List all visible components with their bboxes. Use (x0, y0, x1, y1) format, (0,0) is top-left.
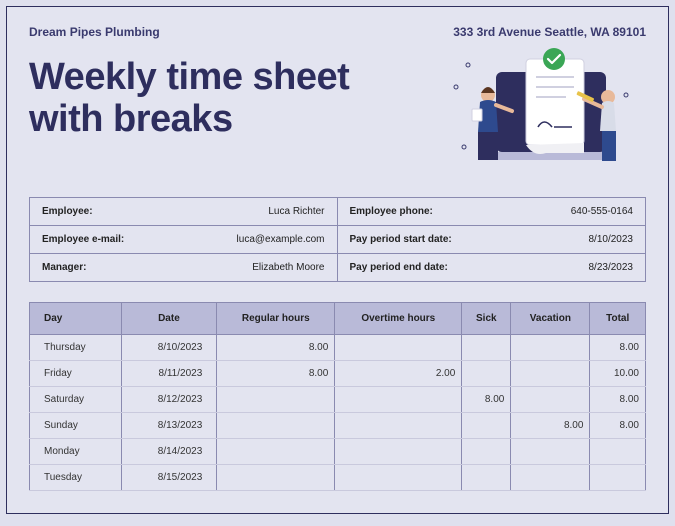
cell-date: 8/13/2023 (121, 413, 217, 439)
info-value: Elizabeth Moore (252, 262, 324, 273)
cell-regular (217, 413, 335, 439)
col-day: Day (30, 303, 122, 335)
cell-date: 8/11/2023 (121, 361, 217, 387)
timesheet-page: Dream Pipes Plumbing 333 3rd Avenue Seat… (6, 6, 669, 514)
hero-section: Weekly time sheet with breaks (29, 47, 646, 177)
cell-day: Thursday (30, 335, 122, 361)
cell-vacation (511, 335, 590, 361)
cell-overtime (335, 465, 462, 491)
table-row: Thursday8/10/20238.008.00 (30, 335, 646, 361)
info-label: Manager: (42, 262, 86, 273)
timesheet-table: Day Date Regular hours Overtime hours Si… (29, 302, 646, 491)
col-overtime: Overtime hours (335, 303, 462, 335)
info-email: Employee e-mail: luca@example.com (30, 226, 338, 254)
info-employee: Employee: Luca Richter (30, 198, 338, 226)
info-label: Pay period end date: (350, 262, 448, 273)
page-title: Weekly time sheet with breaks (29, 57, 349, 141)
col-total: Total (590, 303, 646, 335)
cell-sick (462, 361, 511, 387)
cell-sick (462, 335, 511, 361)
cell-overtime (335, 439, 462, 465)
table-row: Monday8/14/2023 (30, 439, 646, 465)
cell-overtime (335, 413, 462, 439)
cell-total: 8.00 (590, 387, 646, 413)
table-row: Tuesday8/15/2023 (30, 465, 646, 491)
info-end-date: Pay period end date: 8/23/2023 (338, 254, 646, 281)
cell-date: 8/14/2023 (121, 439, 217, 465)
info-value: luca@example.com (237, 234, 325, 245)
cell-regular (217, 465, 335, 491)
cell-regular: 8.00 (217, 335, 335, 361)
cell-date: 8/15/2023 (121, 465, 217, 491)
header-bar: Dream Pipes Plumbing 333 3rd Avenue Seat… (29, 25, 646, 39)
title-line-1: Weekly time sheet (29, 56, 349, 98)
cell-vacation (511, 439, 590, 465)
cell-sick (462, 465, 511, 491)
info-label: Employee e-mail: (42, 234, 124, 245)
cell-overtime: 2.00 (335, 361, 462, 387)
info-value: 8/23/2023 (589, 262, 634, 273)
info-manager: Manager: Elizabeth Moore (30, 254, 338, 281)
cell-total: 10.00 (590, 361, 646, 387)
cell-total: 8.00 (590, 335, 646, 361)
info-value: 8/10/2023 (589, 234, 634, 245)
cell-day: Monday (30, 439, 122, 465)
cell-sick (462, 439, 511, 465)
cell-sick (462, 413, 511, 439)
cell-regular (217, 387, 335, 413)
info-value: Luca Richter (268, 206, 324, 217)
table-row: Sunday8/13/2023 8.008.00 (30, 413, 646, 439)
cell-day: Tuesday (30, 465, 122, 491)
cell-vacation: 8.00 (511, 413, 590, 439)
table-row: Saturday8/12/2023 8.00 8.00 (30, 387, 646, 413)
col-date: Date (121, 303, 217, 335)
cell-total (590, 465, 646, 491)
title-line-2: with breaks (29, 98, 233, 140)
cell-regular: 8.00 (217, 361, 335, 387)
col-vacation: Vacation (511, 303, 590, 335)
info-start-date: Pay period start date: 8/10/2023 (338, 226, 646, 254)
cell-sick: 8.00 (462, 387, 511, 413)
cell-total (590, 439, 646, 465)
info-grid: Employee: Luca Richter Employee phone: 6… (29, 197, 646, 282)
info-label: Employee: (42, 206, 93, 217)
table-header-row: Day Date Regular hours Overtime hours Si… (30, 303, 646, 335)
company-name: Dream Pipes Plumbing (29, 25, 160, 39)
cell-total: 8.00 (590, 413, 646, 439)
col-sick: Sick (462, 303, 511, 335)
cell-vacation (511, 465, 590, 491)
cell-day: Saturday (30, 387, 122, 413)
cell-day: Sunday (30, 413, 122, 439)
info-phone: Employee phone: 640-555-0164 (338, 198, 646, 226)
cell-date: 8/10/2023 (121, 335, 217, 361)
cell-vacation (511, 361, 590, 387)
info-label: Employee phone: (350, 206, 433, 217)
info-label: Pay period start date: (350, 234, 452, 245)
cell-overtime (335, 387, 462, 413)
cell-overtime (335, 335, 462, 361)
cell-vacation (511, 387, 590, 413)
info-value: 640-555-0164 (571, 206, 633, 217)
company-address: 333 3rd Avenue Seattle, WA 89101 (453, 25, 646, 39)
timesheet-illustration-icon (426, 47, 646, 177)
cell-date: 8/12/2023 (121, 387, 217, 413)
cell-regular (217, 439, 335, 465)
col-regular: Regular hours (217, 303, 335, 335)
table-row: Friday8/11/20238.002.00 10.00 (30, 361, 646, 387)
cell-day: Friday (30, 361, 122, 387)
